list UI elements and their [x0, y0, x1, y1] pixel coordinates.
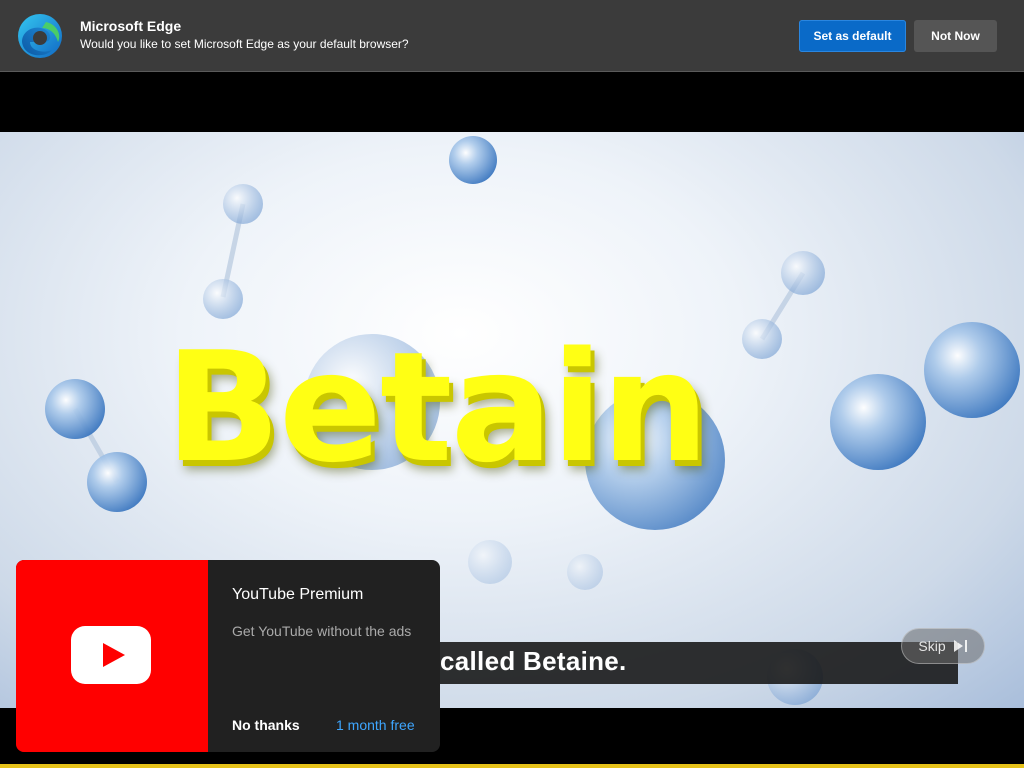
- not-now-button[interactable]: Not Now: [914, 20, 997, 52]
- no-thanks-button[interactable]: No thanks: [232, 717, 300, 733]
- youtube-premium-card-banner: [16, 560, 208, 752]
- edge-default-browser-banner: Microsoft Edge Would you like to set Mic…: [0, 0, 1024, 72]
- skip-next-icon: [953, 640, 967, 652]
- youtube-premium-card: YouTube Premium Get YouTube without the …: [16, 560, 440, 752]
- edge-banner-message: Would you like to set Microsoft Edge as …: [80, 37, 409, 51]
- edge-logo-icon: [18, 14, 62, 58]
- premium-card-description: Get YouTube without the ads: [232, 623, 412, 639]
- bottom-accent-bar: [0, 764, 1024, 768]
- set-as-default-button[interactable]: Set as default: [799, 20, 906, 52]
- edge-banner-title: Microsoft Edge: [80, 18, 182, 34]
- skip-label: Skip: [918, 638, 946, 654]
- premium-card-title: YouTube Premium: [232, 586, 364, 603]
- skip-ad-button[interactable]: Skip: [901, 628, 985, 664]
- one-month-free-button[interactable]: 1 month free: [336, 717, 415, 733]
- video-title-graphic: Betain: [165, 319, 709, 496]
- video-caption: called Betaine.: [420, 642, 958, 684]
- youtube-logo-icon: [71, 626, 151, 684]
